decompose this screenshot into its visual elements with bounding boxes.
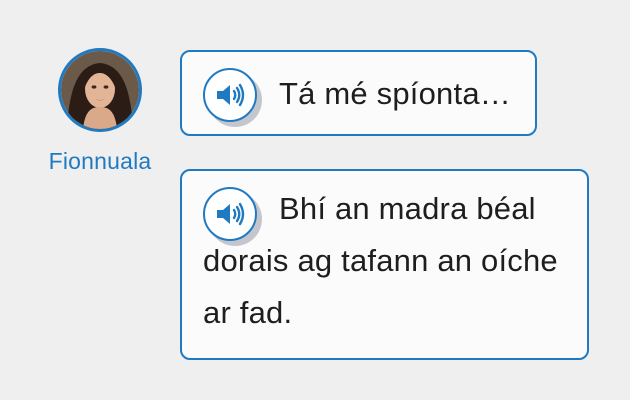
speaker-volume-icon: [217, 83, 245, 107]
message-text: Bhí an madra béal dorais ag tafann an oí…: [203, 191, 558, 330]
message-text: Tá mé spíonta…: [279, 76, 511, 111]
play-audio-button[interactable]: [203, 68, 257, 122]
message-bubble: Tá mé spíonta…: [180, 50, 537, 136]
speaker-name: Fionnuala: [48, 148, 152, 174]
avatar: [58, 48, 142, 132]
message-bubble: Bhí an madra béal dorais ag tafann an oí…: [180, 169, 589, 360]
woman-portrait-icon: [61, 51, 139, 129]
speaker-panel: Fionnuala: [40, 48, 160, 175]
